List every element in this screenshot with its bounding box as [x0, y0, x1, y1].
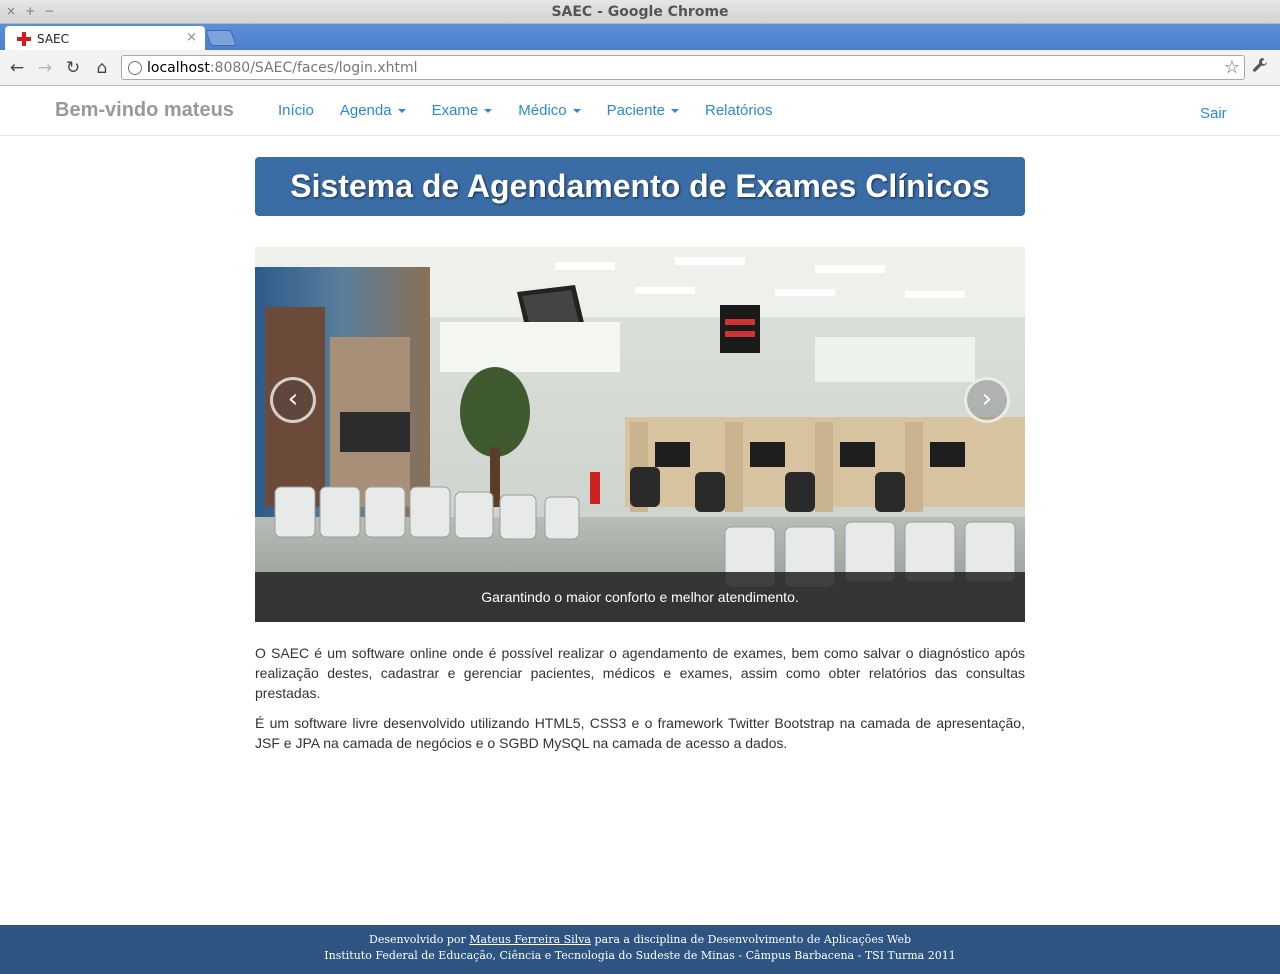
- browser-toolbar: ← → ↻ ⌂ localhost:8080/SAEC/faces/login.…: [0, 50, 1280, 86]
- carousel-prev-button[interactable]: ‹: [270, 377, 316, 423]
- url-host: localhost: [147, 60, 210, 76]
- nav-item-paciente[interactable]: Paciente: [607, 102, 679, 119]
- site-navbar: Bem-vindo mateus Início Agenda Exame Méd…: [0, 87, 1280, 136]
- footer-line-1: Desenvolvido por Mateus Ferreira Silva p…: [0, 932, 1280, 948]
- logout-link[interactable]: Sair: [1200, 105, 1227, 122]
- forward-arrow-icon[interactable]: →: [34, 57, 56, 79]
- nav-label: Médico: [518, 102, 567, 119]
- nav-label: Relatórios: [705, 102, 773, 119]
- back-arrow-icon[interactable]: ←: [6, 57, 28, 79]
- description: O SAEC é um software online onde é possí…: [255, 643, 1025, 763]
- site-footer: Desenvolvido por Mateus Ferreira Silva p…: [0, 925, 1280, 974]
- main-nav: Início Agenda Exame Médico Paciente Rela…: [278, 102, 799, 119]
- nav-label: Início: [278, 102, 314, 119]
- description-paragraph-1: O SAEC é um software online onde é possí…: [255, 645, 1025, 701]
- bookmark-star-icon[interactable]: ☆: [1224, 57, 1240, 78]
- clinic-waiting-room-photo: [255, 247, 1025, 622]
- nav-item-medico[interactable]: Médico: [518, 102, 581, 119]
- red-cross-icon: [17, 32, 31, 46]
- tab-close-button[interactable]: ×: [186, 30, 197, 45]
- footer-prefix: Desenvolvido por: [369, 933, 470, 946]
- carousel-caption: Garantindo o maior conforto e melhor ate…: [255, 572, 1025, 622]
- home-icon[interactable]: ⌂: [91, 57, 113, 79]
- image-carousel: ‹ › Garantindo o maior conforto e melhor…: [255, 247, 1025, 622]
- address-bar[interactable]: localhost:8080/SAEC/faces/login.xhtml ☆: [121, 55, 1245, 80]
- reload-icon[interactable]: ↻: [62, 57, 84, 79]
- caret-down-icon: [397, 108, 406, 113]
- carousel-next-button[interactable]: ›: [964, 377, 1010, 423]
- nav-label: Paciente: [606, 102, 665, 119]
- nav-item-inicio[interactable]: Início: [278, 102, 314, 119]
- tab-strip: SAEC ×: [0, 24, 1280, 50]
- url-path: :8080/SAEC/faces/login.xhtml: [209, 60, 418, 76]
- caret-down-icon: [484, 108, 493, 113]
- tab-title: SAEC: [37, 32, 70, 46]
- nav-item-relatorios[interactable]: Relatórios: [705, 102, 773, 119]
- caret-down-icon: [572, 108, 581, 113]
- web-page: Bem-vindo mateus Início Agenda Exame Méd…: [0, 87, 1280, 974]
- tab-saec[interactable]: SAEC ×: [5, 26, 205, 50]
- nav-item-exame[interactable]: Exame: [432, 102, 493, 119]
- author-link[interactable]: Mateus Ferreira Silva: [469, 933, 591, 946]
- nav-label: Agenda: [339, 102, 392, 119]
- new-tab-button[interactable]: [205, 30, 237, 46]
- description-paragraph-2: É um software livre desenvolvido utiliza…: [255, 715, 1025, 751]
- caret-down-icon: [671, 108, 679, 113]
- wrench-menu-icon[interactable]: [1252, 57, 1268, 78]
- hero-banner: Sistema de Agendamento de Exames Clínico…: [255, 157, 1025, 216]
- nav-item-agenda[interactable]: Agenda: [340, 102, 406, 119]
- window-titlebar: × + − SAEC - Google Chrome: [0, 0, 1280, 24]
- globe-icon: [128, 61, 142, 75]
- url-text[interactable]: localhost:8080/SAEC/faces/login.xhtml: [147, 60, 418, 76]
- brand-welcome[interactable]: Bem-vindo mateus: [55, 99, 234, 122]
- window-title: SAEC - Google Chrome: [551, 4, 729, 20]
- footer-suffix: para a disciplina de Desenvolvimento de …: [590, 933, 911, 946]
- nav-label: Exame: [431, 102, 479, 119]
- footer-line-2: Instituto Federal de Educação, Ciência e…: [324, 949, 956, 962]
- page-title: Sistema de Agendamento de Exames Clínico…: [290, 168, 990, 204]
